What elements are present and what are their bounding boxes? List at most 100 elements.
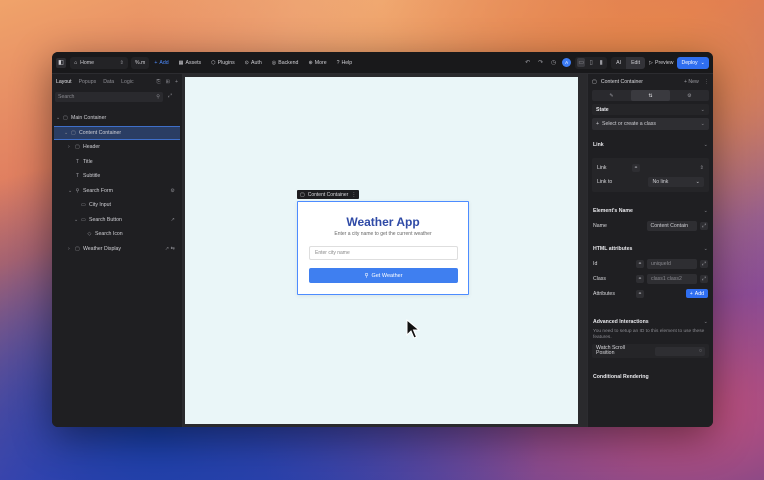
tab-settings[interactable]: ⚙ (670, 90, 709, 101)
add-button[interactable]: + Add (149, 52, 173, 74)
auth-icon: ⊙ (244, 59, 250, 66)
link-to-select[interactable]: No link ⌄ (648, 177, 704, 187)
artboard[interactable]: ▢ Content Container ⋮ Weather App Enter … (185, 77, 578, 424)
plugins-button[interactable]: ⬡ Plugins (206, 52, 240, 74)
app-logo-icon[interactable]: ◧ (56, 57, 66, 68)
chevron-down-icon: ⌄ (703, 208, 708, 214)
redo-icon[interactable]: ↷ (536, 58, 545, 67)
link-icon[interactable]: ⚭ (636, 289, 644, 298)
help-button[interactable]: ? Help (332, 52, 358, 74)
chevron-updown-icon[interactable]: ⇕ (700, 165, 704, 171)
assets-button[interactable]: ▦ Assets (174, 52, 206, 74)
class-input[interactable]: class1 class2 (647, 273, 697, 284)
more-vertical-icon[interactable]: ⋮ (704, 79, 709, 85)
layer-item[interactable]: ⌄ ⚲ Search Form ⚙ (52, 184, 182, 199)
chevron-icon[interactable]: ⌄ (74, 217, 78, 223)
more-vertical-icon[interactable]: ⋮ (351, 192, 356, 198)
chevron-icon[interactable]: ⌄ (68, 188, 72, 194)
expand-icon[interactable]: ⤢ (700, 222, 708, 230)
link-icon[interactable]: ⚭ (632, 164, 640, 172)
layer-type-icon: ⚲ (75, 187, 80, 194)
selection-label[interactable]: ▢ Content Container ⋮ (297, 190, 360, 199)
layer-item[interactable]: ▭ City Input (52, 198, 182, 213)
new-button[interactable]: + New (684, 79, 699, 85)
tab-layout[interactable]: Layout (56, 79, 72, 85)
link-icon[interactable]: ⚭ (636, 274, 644, 283)
layer-item[interactable]: T Subtitle (52, 169, 182, 184)
mobile-icon[interactable]: ▮ (597, 58, 605, 67)
container-icon: ▢ (592, 79, 597, 85)
edit-mode-button[interactable]: Edit (626, 56, 646, 69)
backend-button[interactable]: ◎ Backend (267, 52, 304, 74)
layer-item[interactable]: ⌄ ▢ Main Container (52, 111, 182, 126)
city-input-placeholder: Enter city name (315, 250, 350, 256)
watch-scroll-toggle[interactable]: ○ (655, 346, 705, 356)
expand-icon[interactable]: ⤢ (700, 274, 708, 283)
chevron-icon[interactable]: › (68, 144, 72, 150)
user-avatar[interactable]: A (562, 58, 572, 67)
advanced-interactions-header[interactable]: Advanced Interactions ⌄ (588, 315, 713, 329)
add-attribute-button[interactable]: + Add (685, 289, 708, 298)
chevron-icon[interactable]: ⌄ (64, 130, 68, 136)
design-canvas[interactable]: ▢ Content Container ⋮ Weather App Enter … (183, 74, 587, 427)
get-weather-button[interactable]: ⚲ Get Weather (309, 268, 458, 283)
tablet-icon[interactable]: ▯ (587, 58, 595, 67)
tab-data[interactable]: Data (103, 79, 114, 85)
component-icon[interactable]: ⎘ (156, 79, 160, 86)
link-section-header[interactable]: Link ⌄ (588, 138, 713, 152)
layer-item[interactable]: ⌄ ▭ Search Button ↗ (52, 213, 182, 228)
zoom-selector[interactable]: %.m (131, 56, 150, 69)
ai-mode-button[interactable]: AI (611, 57, 626, 69)
link-icon[interactable]: ⚭ (636, 259, 644, 268)
chevron-updown-icon: ⇕ (119, 59, 124, 66)
link-label: Link (597, 165, 607, 171)
page-selector[interactable]: ⌂ Home ⇕ (70, 56, 128, 69)
layer-type-icon: ▢ (75, 144, 80, 151)
chevron-icon[interactable]: › (68, 246, 72, 252)
history-icon[interactable]: ◷ (549, 58, 558, 67)
grid-icon[interactable]: ⊞ (166, 79, 170, 86)
help-icon: ? (336, 59, 340, 66)
state-selector[interactable]: State ⌄ (592, 104, 709, 115)
layer-item[interactable]: › ▢ Header (52, 140, 182, 155)
layer-item[interactable]: ◇ Search Icon (52, 227, 182, 242)
expand-icon[interactable]: ⤢ (168, 93, 172, 100)
layer-item-label: Search Icon (95, 231, 123, 238)
deploy-button[interactable]: Deploy ⌄ (677, 56, 709, 69)
auth-button[interactable]: ⊙ Auth (240, 52, 267, 74)
preview-button[interactable]: ▷ Preview (649, 60, 673, 66)
more-button[interactable]: ⊕ More (303, 52, 331, 74)
tab-popups[interactable]: Popups (79, 79, 97, 85)
undo-icon[interactable]: ↶ (523, 58, 532, 67)
add-layer-icon[interactable]: + (175, 79, 178, 86)
class-selector[interactable]: + Select or create a class ⌄ (592, 118, 709, 130)
plus-icon: + (596, 121, 600, 127)
layer-item-label: Search Form (83, 187, 113, 194)
content-container[interactable]: Weather App Enter a city name to get the… (297, 201, 469, 295)
link-section-title: Link (593, 142, 604, 148)
desktop-icon[interactable]: ▭ (577, 58, 586, 67)
zoom-label: %.m (135, 59, 146, 66)
conditional-rendering-header[interactable]: Conditional Rendering (588, 372, 713, 382)
element-name-section-header[interactable]: Element's Name ⌄ (588, 204, 713, 218)
tab-properties[interactable]: ⇅ (631, 90, 670, 101)
tab-logic[interactable]: Logic (121, 79, 133, 85)
app-window: ◧ ⌂ Home ⇕ %.m + Add ▦ Assets ⬡ Plugins ⊙ Au… (52, 52, 713, 427)
layer-item[interactable]: › ▢ Weather Display ↗ ⇆ (52, 242, 182, 257)
city-input[interactable]: Enter city name (309, 246, 458, 260)
layer-item[interactable]: ⌄ ▢ Content Container (54, 125, 180, 140)
expand-icon[interactable]: ⤢ (700, 259, 708, 268)
conditional-rendering-title: Conditional Rendering (593, 374, 649, 380)
link-to-label: Link to (597, 179, 613, 185)
layer-search-input[interactable]: Search ⚲ (55, 92, 163, 102)
watch-scroll-row: Watch Scroll Position ○ (592, 344, 709, 358)
layer-item-label: Subtitle (83, 173, 101, 180)
name-input[interactable]: Content Contain (646, 221, 698, 231)
chevron-down-icon: ⌄ (700, 59, 705, 66)
preview-label: Preview (655, 59, 674, 66)
chevron-icon[interactable]: ⌄ (56, 115, 60, 121)
html-attributes-section-header[interactable]: HTML attributes ⌄ (588, 242, 713, 256)
id-input[interactable]: uniqueId (647, 258, 697, 269)
tab-style[interactable]: ✎ (592, 90, 631, 101)
layer-item[interactable]: T Title (52, 155, 182, 170)
